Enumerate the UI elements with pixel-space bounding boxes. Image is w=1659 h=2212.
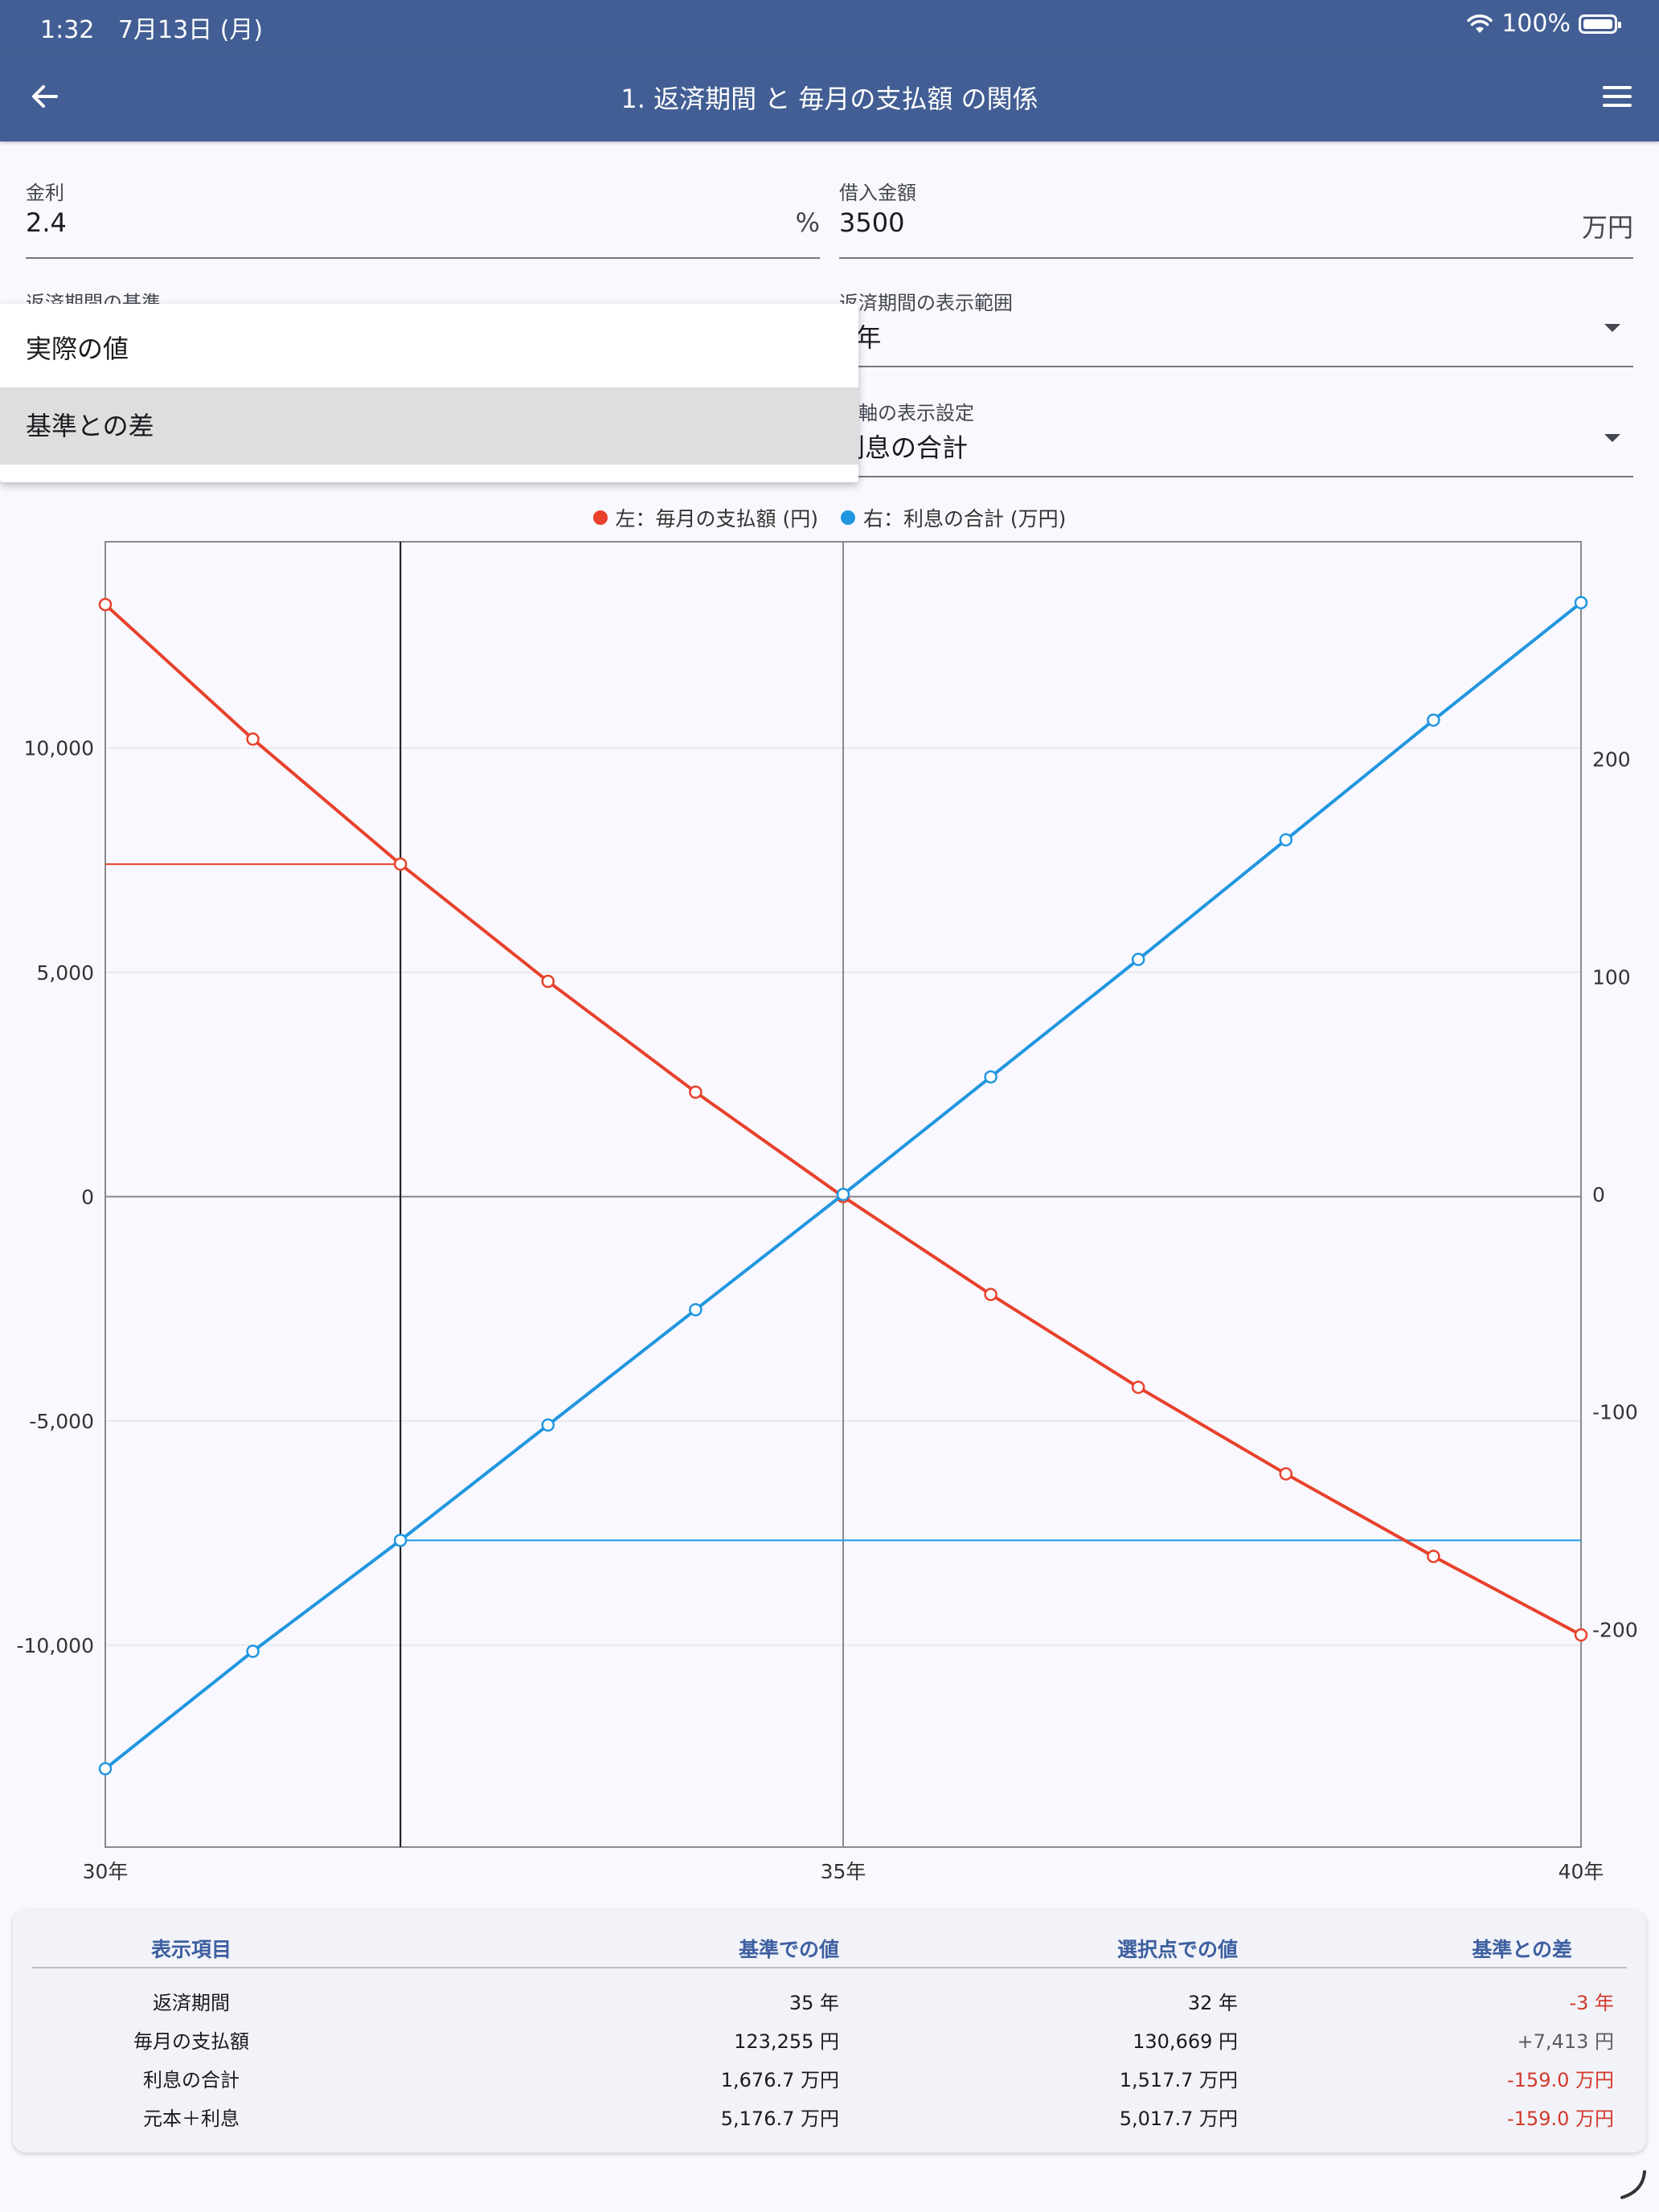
table-cell-base: 123,255 円 xyxy=(734,2030,839,2053)
left-axis-tick-label: 5,000 xyxy=(36,961,94,985)
table-cell-diff: +7,413 円 xyxy=(1517,2030,1614,2053)
data-point-left[interactable] xyxy=(984,1288,997,1301)
data-point-left[interactable] xyxy=(1427,1550,1440,1563)
left-axis-tick-label: 0 xyxy=(81,1186,94,1209)
table-cell-base: 5,176.7 万円 xyxy=(720,2108,839,2130)
right-axis-tick-label: -100 xyxy=(1592,1401,1638,1424)
data-point-right[interactable] xyxy=(393,1534,408,1547)
line-chart[interactable]: 10,000 5,000 0 -5,000 -10,000 200 100 0 -100 -200… xyxy=(0,0,1659,1897)
data-point-right[interactable] xyxy=(1574,596,1588,610)
data-point-right[interactable] xyxy=(689,1303,703,1317)
table-cell-item: 返済期間 xyxy=(153,1992,230,2014)
table-cell-item: 元本＋利息 xyxy=(143,2108,240,2130)
data-point-right[interactable] xyxy=(541,1418,555,1432)
comparison-table: 表示項目 基準での値 選択点での値 基準との差 返済期間 35 年 32 年 -3 年… xyxy=(13,1910,1646,2153)
table-cell-selected: 32 年 xyxy=(1187,1992,1238,2014)
x-axis-tick-label: 35年 xyxy=(821,1860,866,1883)
data-point-left[interactable] xyxy=(541,974,555,989)
table-header-selected: 選択点での値 xyxy=(1116,1938,1238,1961)
table-header-item: 表示項目 xyxy=(150,1938,232,1961)
table-header-base: 基準での値 xyxy=(738,1938,839,1961)
table-cell-base: 1,676.7 万円 xyxy=(720,2069,839,2091)
table-cell-base: 35 年 xyxy=(789,1992,839,2014)
x-axis-tick-label: 30年 xyxy=(83,1860,129,1883)
data-point-right[interactable] xyxy=(836,1187,850,1202)
data-point-right[interactable] xyxy=(1131,952,1145,966)
data-point-left[interactable] xyxy=(689,1085,703,1100)
left-axis-tick-label: -5,000 xyxy=(29,1410,94,1433)
data-point-right[interactable] xyxy=(98,1762,113,1776)
data-point-left[interactable] xyxy=(393,857,408,871)
data-point-left[interactable] xyxy=(98,597,113,612)
data-point-left[interactable] xyxy=(246,732,260,746)
table-cell-selected: 5,017.7 万円 xyxy=(1119,2108,1238,2130)
table-divider xyxy=(32,1967,1627,1968)
data-point-left[interactable] xyxy=(1574,1628,1588,1642)
table-cell-item: 毎月の支払額 xyxy=(133,2030,249,2053)
right-axis-tick-label: 200 xyxy=(1592,748,1631,772)
data-point-right[interactable] xyxy=(1279,833,1293,847)
data-point-right[interactable] xyxy=(1427,713,1440,727)
data-point-left[interactable] xyxy=(1279,1467,1293,1481)
data-point-right[interactable] xyxy=(984,1070,997,1084)
x-axis-tick-label: 40年 xyxy=(1559,1860,1604,1883)
table-header-diff: 基準との差 xyxy=(1472,1938,1572,1961)
table-cell-selected: 130,669 円 xyxy=(1133,2030,1238,2053)
table-cell-selected: 1,517.7 万円 xyxy=(1119,2069,1238,2091)
data-point-right[interactable] xyxy=(246,1645,260,1658)
table-cell-diff: -159.0 万円 xyxy=(1507,2069,1614,2091)
right-axis-tick-label: 0 xyxy=(1592,1183,1605,1206)
right-axis-tick-label: 100 xyxy=(1592,965,1631,989)
data-point-left[interactable] xyxy=(1131,1380,1145,1395)
table-cell-diff: -3 年 xyxy=(1569,1992,1614,2014)
left-axis-tick-label: -10,000 xyxy=(17,1634,95,1657)
resize-handle-icon[interactable] xyxy=(1616,2169,1648,2201)
table-cell-diff: -159.0 万円 xyxy=(1507,2108,1614,2130)
right-axis-tick-label: -200 xyxy=(1592,1618,1638,1641)
left-axis-tick-label: 10,000 xyxy=(24,737,94,760)
table-cell-item: 利息の合計 xyxy=(143,2069,240,2091)
